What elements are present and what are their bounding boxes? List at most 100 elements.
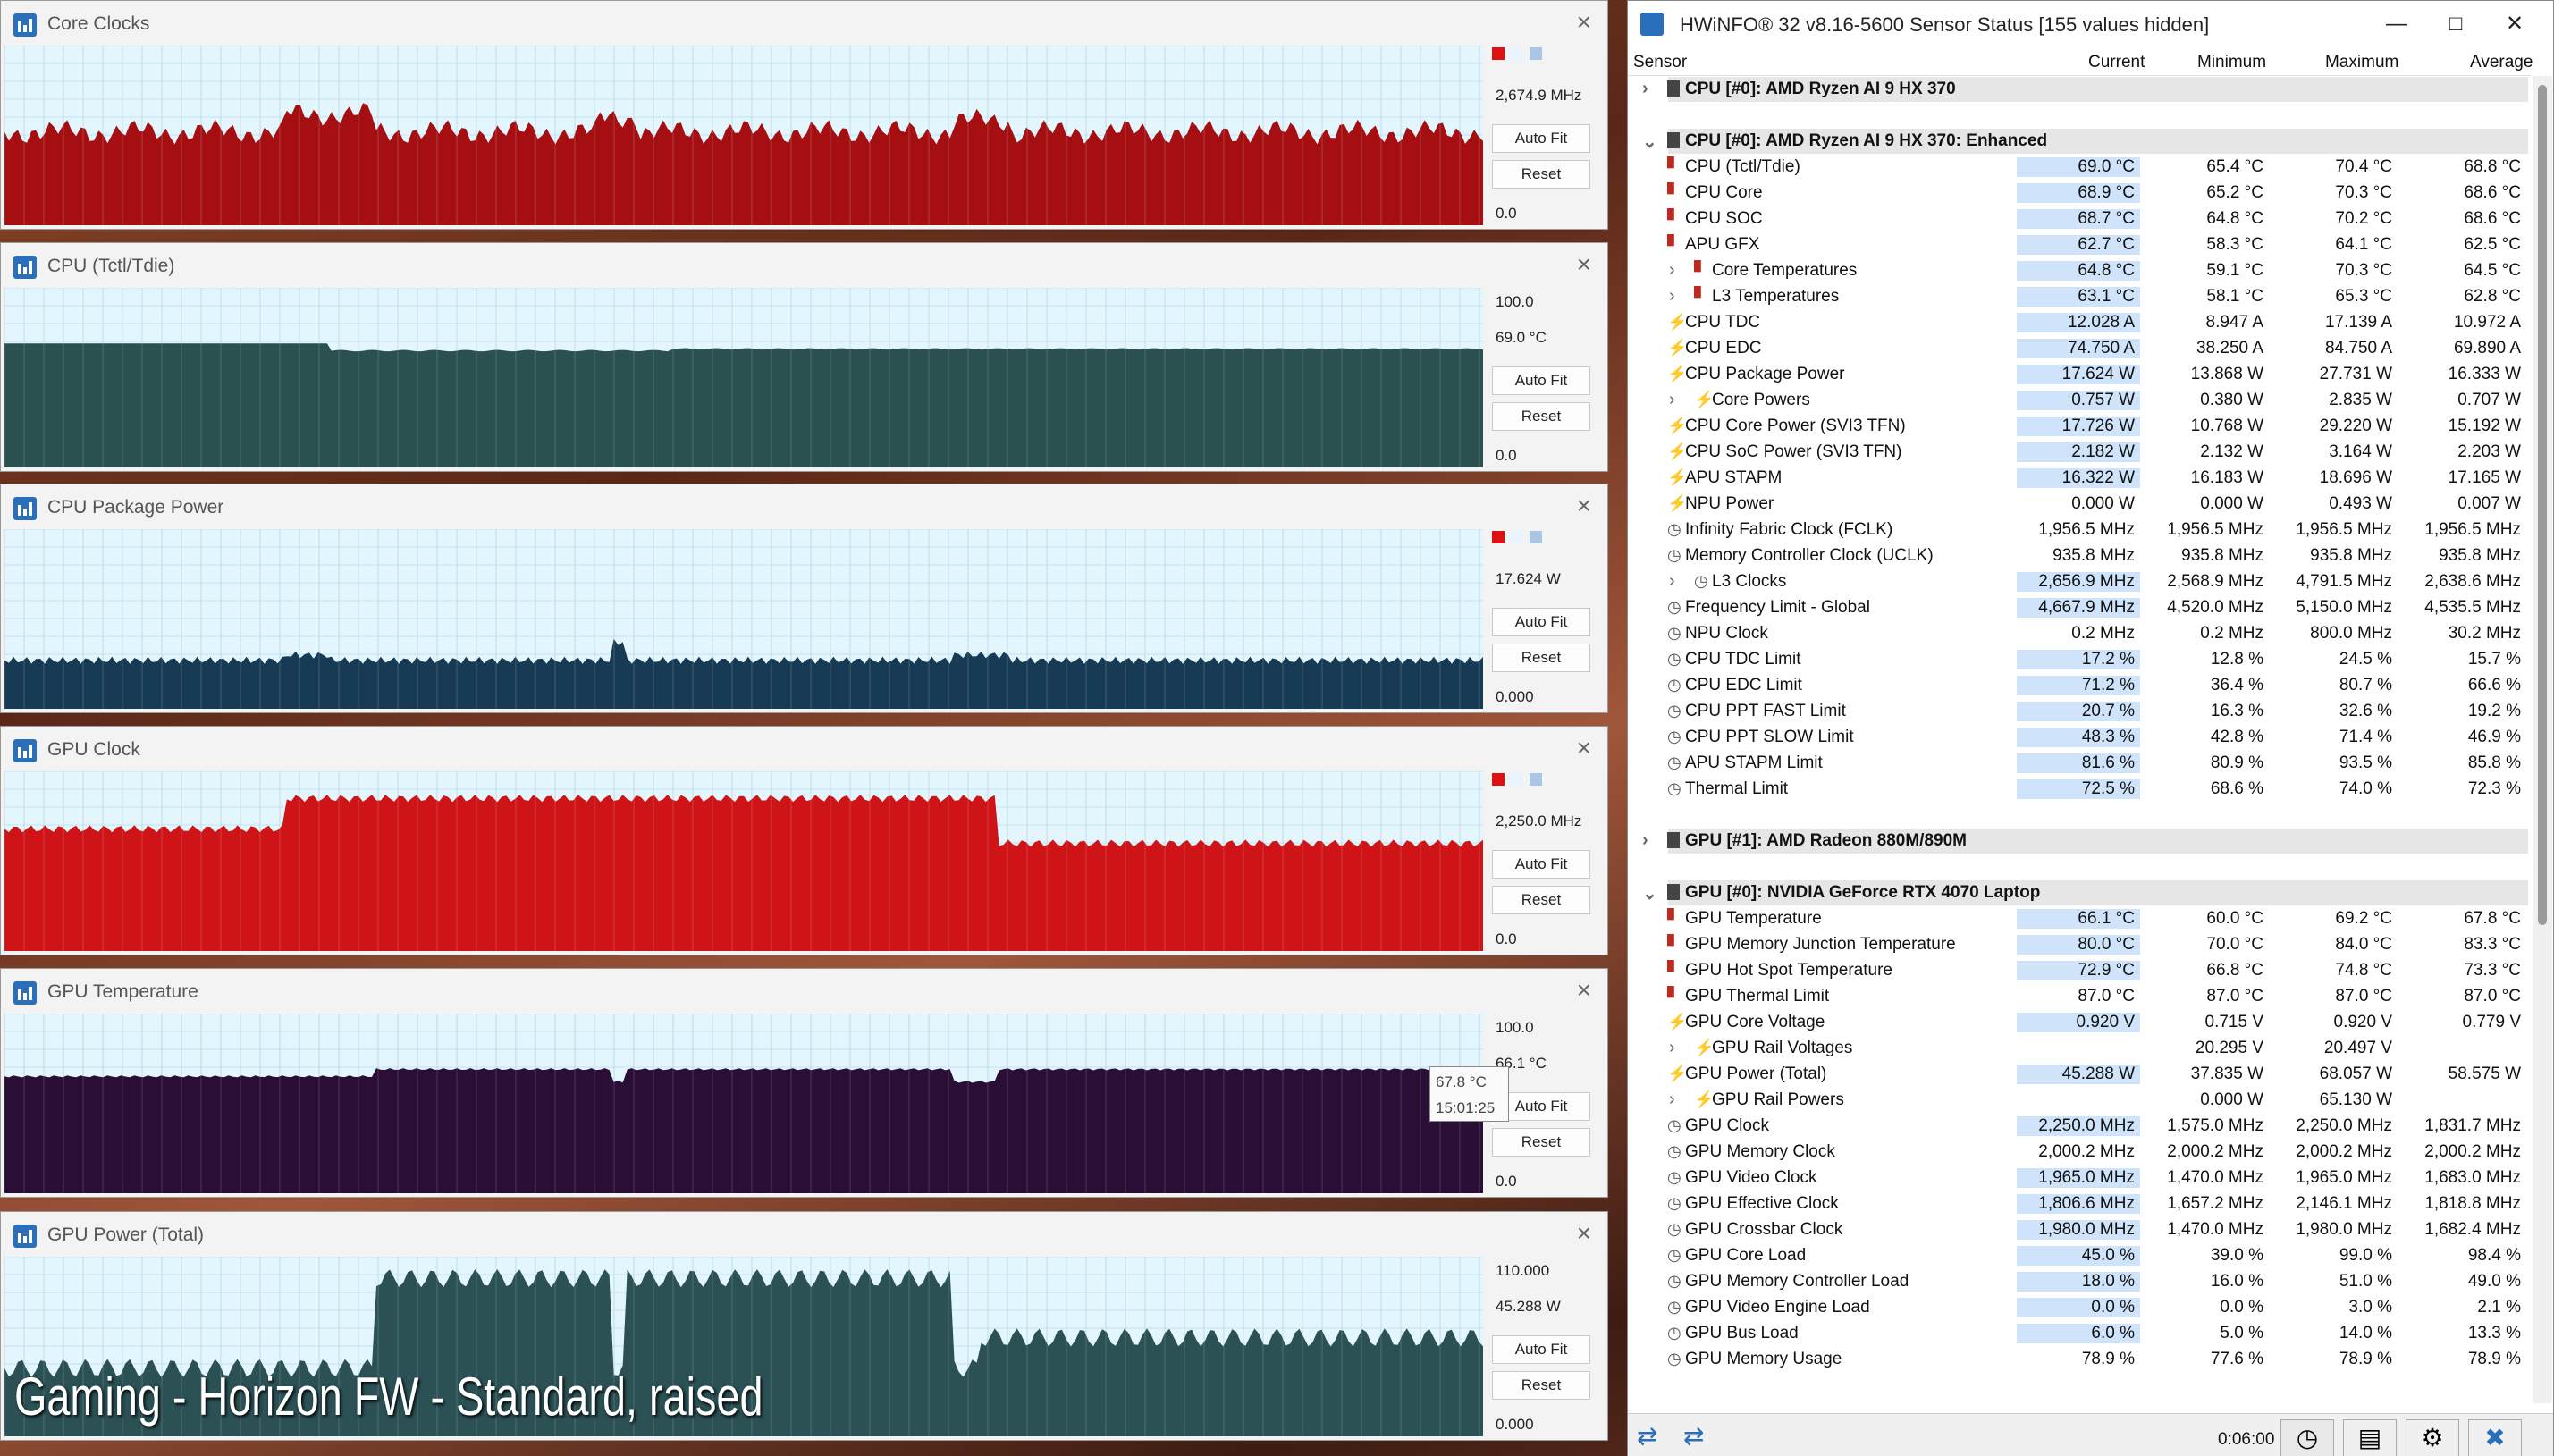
color-swatch[interactable] — [1510, 531, 1522, 543]
close-icon[interactable]: ✕ — [2497, 8, 2533, 40]
graph-titlebar[interactable]: GPU Power (Total) × — [1, 1212, 1607, 1255]
expand-icon[interactable]: › — [1669, 1038, 1675, 1058]
sensor-row[interactable]: › █ Core Temperatures 64.8 °C 59.1 °C 70.3 °C… — [1628, 257, 2531, 283]
sensor-row[interactable]: ⚡ GPU Core Voltage 0.920 V 0.715 V 0.920 V 0.… — [1628, 1009, 2531, 1035]
sensor-row[interactable]: ⚡ NPU Power 0.000 W 0.000 W 0.493 W 0.007 W — [1628, 491, 2531, 517]
sensor-row[interactable]: ◷ CPU EDC Limit 71.2 % 36.4 % 80.7 % 66.6 % — [1628, 672, 2531, 698]
scrollbar-thumb[interactable] — [2538, 85, 2547, 925]
sensor-row[interactable]: ⚡ CPU Core Power (SVI3 TFN) 17.726 W 10.768… — [1628, 413, 2531, 439]
close-icon[interactable]: × — [1577, 1220, 1591, 1247]
sensor-row[interactable]: › ⚡ Core Powers 0.757 W 0.380 W 2.835 W 0.707 … — [1628, 387, 2531, 413]
report-icon[interactable]: ▤ — [2343, 1419, 2397, 1456]
sensor-row[interactable]: ◷ NPU Clock 0.2 MHz 0.2 MHz 800.0 MHz 30.2 MH… — [1628, 620, 2531, 646]
col-maximum[interactable]: Maximum — [2325, 53, 2398, 72]
expand-icon[interactable]: › — [1642, 79, 1648, 99]
close-icon[interactable]: × — [1577, 9, 1591, 36]
sensor-row[interactable]: ⚡ CPU EDC 74.750 A 38.250 A 84.750 A 69.890 A — [1628, 335, 2531, 361]
reset-button[interactable]: Reset — [1492, 886, 1590, 914]
col-current[interactable]: Current — [2088, 53, 2145, 72]
sensor-row[interactable]: █ GPU Temperature 66.1 °C 60.0 °C 69.2 °C 67.… — [1628, 905, 2531, 931]
sensor-row[interactable]: ◷ GPU Crossbar Clock 1,980.0 MHz 1,470.0 MH… — [1628, 1216, 2531, 1242]
auto-fit-button[interactable]: Auto Fit — [1492, 850, 1590, 879]
sensor-row[interactable]: ◷ Infinity Fabric Clock (FCLK) 1,956.5 MHz… — [1628, 517, 2531, 543]
color-swatch[interactable] — [1492, 773, 1505, 786]
expand-icon[interactable]: › — [1669, 1090, 1675, 1110]
settings-icon[interactable]: ⚙ — [2406, 1419, 2459, 1456]
sensor-row[interactable]: ◷ GPU Effective Clock 1,806.6 MHz 1,657.2 M… — [1628, 1191, 2531, 1216]
sensor-row[interactable]: ◷ Thermal Limit 72.5 % 68.6 % 74.0 % 72.3 % — [1628, 776, 2531, 802]
color-swatch[interactable] — [1530, 531, 1542, 543]
color-swatch[interactable] — [1510, 47, 1522, 60]
expand-icon[interactable]: › — [1669, 390, 1675, 410]
color-swatch[interactable] — [1510, 773, 1522, 786]
collapse-icon[interactable]: ⌄ — [1642, 130, 1657, 153]
color-swatch[interactable] — [1530, 773, 1542, 786]
sensor-group-row[interactable]: ⌄ CPU [#0]: AMD Ryzen AI 9 HX 370: Enhanc… — [1628, 128, 2531, 154]
graph-window-4[interactable]: GPU Clock × 2,250.0 MHz Auto Fit Reset 0.0 — [0, 726, 1608, 955]
sensor-group-row[interactable]: ⌄ GPU [#0]: NVIDIA GeForce RTX 4070 Lapto… — [1628, 879, 2531, 905]
sensor-row[interactable]: › ◷ L3 Clocks 2,656.9 MHz 2,568.9 MHz 4,791.5… — [1628, 568, 2531, 594]
graph-titlebar[interactable]: Core Clocks × — [1, 1, 1607, 44]
graph-titlebar[interactable]: GPU Clock × — [1, 727, 1607, 770]
reset-button[interactable]: Reset — [1492, 160, 1590, 189]
sensor-row[interactable]: ⚡ GPU Power (Total) 45.288 W 37.835 W 68.057… — [1628, 1061, 2531, 1087]
graph-plot[interactable] — [4, 529, 1483, 709]
nav-left-icon[interactable]: ⇄ — [1637, 1423, 1673, 1450]
reset-button[interactable]: Reset — [1492, 1371, 1590, 1400]
graph-window-2[interactable]: CPU (Tctl/Tdie) × 100.0 69.0 °C Auto Fit Rese… — [0, 242, 1608, 472]
reset-button[interactable]: Reset — [1492, 644, 1590, 672]
reset-button[interactable]: Reset — [1492, 402, 1590, 431]
sensor-row[interactable]: ◷ APU STAPM Limit 81.6 % 80.9 % 93.5 % 85.8 % — [1628, 750, 2531, 776]
sensor-row[interactable]: █ CPU (Tctl/Tdie) 69.0 °C 65.4 °C 70.4 °C 68.… — [1628, 154, 2531, 180]
sensor-row[interactable]: █ GPU Hot Spot Temperature 72.9 °C 66.8 °C 7… — [1628, 957, 2531, 983]
color-swatch[interactable] — [1492, 531, 1505, 543]
sensor-row[interactable]: ◷ GPU Core Load 45.0 % 39.0 % 99.0 % 98.4 % — [1628, 1242, 2531, 1268]
sensor-row[interactable]: › ⚡ GPU Rail Powers 0.000 W 65.130 W — [1628, 1087, 2531, 1113]
sensor-row[interactable]: █ APU GFX 62.7 °C 58.3 °C 64.1 °C 62.5 °C — [1628, 231, 2531, 257]
sensor-row[interactable]: ◷ Frequency Limit - Global 4,667.9 MHz 4,52… — [1628, 594, 2531, 620]
graph-window-1[interactable]: Core Clocks × 2,674.9 MHz Auto Fit Reset 0.0 — [0, 0, 1608, 230]
sensor-row[interactable]: ◷ Memory Controller Clock (UCLK) 935.8 MHz… — [1628, 543, 2531, 568]
auto-fit-button[interactable]: Auto Fit — [1492, 608, 1590, 636]
graph-plot[interactable] — [4, 46, 1483, 225]
close-icon[interactable]: × — [1577, 251, 1591, 278]
graph-plot[interactable] — [4, 771, 1483, 951]
sensor-row[interactable]: ◷ GPU Video Engine Load 0.0 % 0.0 % 3.0 % 2.1… — [1628, 1294, 2531, 1320]
sensor-row[interactable]: █ GPU Memory Junction Temperature 80.0 °C 7… — [1628, 931, 2531, 957]
clock-icon[interactable]: ◷ — [2280, 1419, 2334, 1456]
sensor-row[interactable]: ◷ CPU PPT FAST Limit 20.7 % 16.3 % 32.6 % 19.… — [1628, 698, 2531, 724]
sensor-group-row[interactable]: › CPU [#0]: AMD Ryzen AI 9 HX 370 — [1628, 76, 2531, 102]
expand-icon[interactable]: › — [1642, 830, 1648, 851]
sensor-row[interactable]: ◷ CPU TDC Limit 17.2 % 12.8 % 24.5 % 15.7 % — [1628, 646, 2531, 672]
sensor-row[interactable]: ◷ CPU PPT SLOW Limit 48.3 % 42.8 % 71.4 % 46.… — [1628, 724, 2531, 750]
sensor-row[interactable]: › ⚡ GPU Rail Voltages 20.295 V 20.497 V — [1628, 1035, 2531, 1061]
graph-titlebar[interactable]: CPU Package Power × — [1, 484, 1607, 527]
graph-titlebar[interactable]: GPU Temperature × — [1, 969, 1607, 1012]
sensor-row[interactable]: █ CPU Core 68.9 °C 65.2 °C 70.3 °C 68.6 °C — [1628, 180, 2531, 206]
auto-fit-button[interactable]: Auto Fit — [1492, 124, 1590, 153]
sensor-row[interactable]: ◷ GPU Clock 2,250.0 MHz 1,575.0 MHz 2,250.0 … — [1628, 1113, 2531, 1139]
hwinfo-window[interactable]: HWiNFO® 32 v8.16-5600 Sensor Status [155… — [1627, 0, 2554, 1456]
col-minimum[interactable]: Minimum — [2197, 53, 2266, 72]
color-swatch[interactable] — [1492, 47, 1505, 60]
sensor-group-row[interactable]: › GPU [#1]: AMD Radeon 880M/890M — [1628, 828, 2531, 854]
exit-icon[interactable]: ✖ — [2468, 1419, 2522, 1456]
auto-fit-button[interactable]: Auto Fit — [1492, 1335, 1590, 1364]
close-icon[interactable]: × — [1577, 492, 1591, 519]
sensor-row[interactable]: ⚡ CPU SoC Power (SVI3 TFN) 2.182 W 2.132 W3… — [1628, 439, 2531, 465]
graph-window-3[interactable]: CPU Package Power × 17.624 W Auto Fit Reset 0… — [0, 484, 1608, 713]
reset-button[interactable]: Reset — [1492, 1128, 1590, 1157]
auto-fit-button[interactable]: Auto Fit — [1492, 366, 1590, 395]
vertical-scrollbar[interactable] — [2533, 76, 2552, 1403]
graph-window-5[interactable]: GPU Temperature × 100.0 66.1 °C Auto Fit Rese… — [0, 968, 1608, 1198]
col-average[interactable]: Average — [2470, 53, 2533, 72]
sensor-row[interactable]: █ CPU SOC 68.7 °C 64.8 °C 70.2 °C 68.6 °C — [1628, 206, 2531, 231]
collapse-icon[interactable]: ⌄ — [1642, 882, 1657, 905]
nav-right-icon[interactable]: ⇄ — [1683, 1423, 1719, 1450]
sensor-row[interactable]: ◷ GPU Video Clock 1,965.0 MHz 1,470.0 MHz 1,… — [1628, 1165, 2531, 1191]
maximize-icon[interactable]: □ — [2438, 8, 2474, 40]
color-swatch[interactable] — [1530, 47, 1542, 60]
sensor-row[interactable]: ◷ GPU Memory Controller Load 18.0 % 16.0 % 5… — [1628, 1268, 2531, 1294]
graph-plot[interactable] — [4, 288, 1483, 467]
sensor-row[interactable]: ◷ GPU Memory Usage 78.9 % 77.6 % 78.9 % 78.9 … — [1628, 1346, 2531, 1372]
